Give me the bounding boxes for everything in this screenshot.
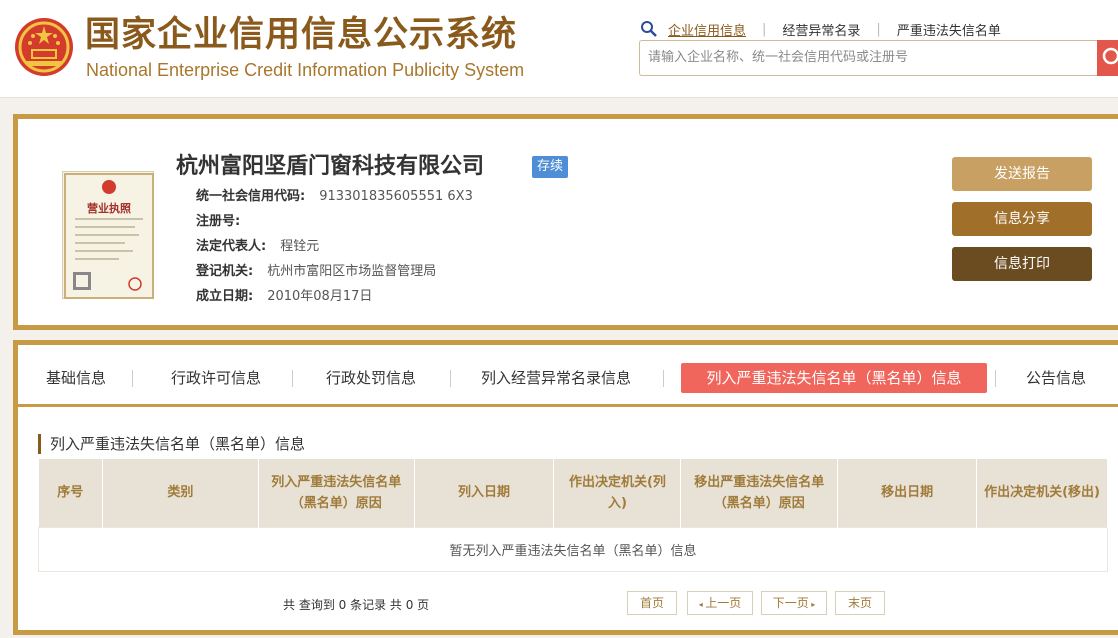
- tab-basic-info[interactable]: 基础信息: [36, 363, 116, 393]
- field-value: 程铨元: [280, 239, 320, 254]
- company-card: 营业执照 杭州富阳坚盾门窗科技有限公司 存续 统一社会信用代码: 91330183…: [13, 114, 1118, 330]
- send-report-button[interactable]: 发送报告: [952, 157, 1092, 191]
- column-header: 列入日期: [414, 459, 555, 527]
- table-header-row: 序号 类别 列入严重违法失信名单（黑名单）原因 列入日期 作出决定机关(列入) …: [38, 459, 1108, 527]
- search-input[interactable]: 请输入企业名称、统一社会信用代码或注册号: [639, 40, 1098, 76]
- column-header: 作出决定机关(列入): [553, 459, 682, 527]
- license-emblem-icon: [64, 173, 154, 299]
- link-separator: |: [876, 21, 881, 37]
- field-label: 成立日期:: [196, 289, 254, 304]
- section-title: 列入严重违法失信名单（黑名单）信息: [38, 434, 305, 454]
- column-header: 序号: [38, 459, 103, 527]
- pagination-summary: 共 查询到 0 条记录 共 0 页: [283, 598, 430, 612]
- magnifier-icon: [641, 21, 657, 37]
- tab-admin-penalty[interactable]: 行政处罚信息: [311, 363, 431, 393]
- column-header: 列入严重违法失信名单（黑名单）原因: [258, 459, 415, 527]
- field-credit-code: 统一社会信用代码: 913301835605551 6X3: [196, 187, 473, 207]
- column-header: 移出日期: [837, 459, 978, 527]
- top-links: 企业信用信息 | 经营异常名录 | 严重违法失信名单: [640, 18, 1003, 40]
- share-info-button[interactable]: 信息分享: [952, 202, 1092, 236]
- field-label: 注册号:: [196, 214, 241, 229]
- chevron-right-icon: ▸: [808, 600, 816, 609]
- last-page-button[interactable]: 末页: [835, 591, 885, 615]
- field-label: 统一社会信用代码:: [196, 189, 306, 204]
- blacklist-table: 序号 类别 列入严重违法失信名单（黑名单）原因 列入日期 作出决定机关(列入) …: [38, 459, 1108, 572]
- print-info-button[interactable]: 信息打印: [952, 247, 1092, 281]
- link-blacklist[interactable]: 严重违法失信名单: [895, 20, 1003, 39]
- next-page-label: 下一页: [772, 596, 809, 610]
- field-established: 成立日期: 2010年08月17日: [196, 287, 372, 307]
- field-value: 杭州市富阳区市场监督管理局: [267, 264, 437, 279]
- tab-announcements[interactable]: 公告信息: [1016, 363, 1096, 393]
- tab-bar: 基础信息 行政许可信息 行政处罚信息 列入经营异常名录信息 列入严重违法失信名单…: [18, 345, 1118, 407]
- tab-separator: [450, 370, 451, 387]
- field-value: 2010年08月17日: [267, 289, 373, 304]
- prev-page-label: 上一页: [705, 596, 742, 610]
- next-page-button[interactable]: 下一页 ▸: [761, 591, 827, 615]
- field-label: 登记机关:: [196, 264, 254, 279]
- tab-separator: [132, 370, 133, 387]
- table-row: 暂无列入严重违法失信名单（黑名单）信息: [38, 526, 1108, 572]
- field-reg-number: 注册号:: [196, 212, 254, 232]
- tab-separator: [995, 370, 996, 387]
- info-panel: 基础信息 行政许可信息 行政处罚信息 列入经营异常名录信息 列入严重违法失信名单…: [13, 340, 1118, 635]
- tab-blacklist[interactable]: 列入严重违法失信名单（黑名单）信息: [681, 363, 987, 393]
- site-title: 国家企业信用信息公示系统: [85, 15, 518, 55]
- field-legal-rep: 法定代表人: 程铨元: [196, 237, 319, 257]
- status-badge: 存续: [532, 156, 569, 178]
- site-subtitle: National Enterprise Credit Information P…: [86, 60, 525, 80]
- column-header: 移出严重违法失信名单（黑名单）原因: [680, 459, 839, 527]
- tab-admin-license[interactable]: 行政许可信息: [156, 363, 276, 393]
- link-separator: |: [762, 21, 767, 37]
- field-label: 法定代表人:: [196, 239, 267, 254]
- search-icon: [1102, 47, 1118, 65]
- first-page-button[interactable]: 首页: [627, 591, 677, 615]
- site-header: 国家企业信用信息公示系统 National Enterprise Credit …: [0, 0, 1118, 98]
- link-enterprise-credit[interactable]: 企业信用信息: [666, 20, 748, 39]
- prev-page-button[interactable]: ◂ 上一页: [687, 591, 753, 615]
- empty-message: 暂无列入严重违法失信名单（黑名单）信息: [38, 526, 1108, 572]
- tab-abnormal-list[interactable]: 列入经营异常名录信息: [467, 363, 645, 393]
- link-abnormal-list[interactable]: 经营异常名录: [780, 20, 862, 39]
- company-name: 杭州富阳坚盾门窗科技有限公司: [176, 154, 485, 179]
- tab-separator: [663, 370, 664, 387]
- field-value: 913301835605551 6X3: [319, 189, 473, 204]
- field-authority: 登记机关: 杭州市富阳区市场监督管理局: [196, 262, 436, 282]
- business-license-image[interactable]: 营业执照: [62, 171, 154, 299]
- column-header: 类别: [102, 459, 259, 527]
- column-header: 作出决定机关(移出): [976, 459, 1108, 527]
- tab-separator: [292, 370, 293, 387]
- national-emblem-icon: [15, 18, 73, 76]
- search-button[interactable]: [1097, 40, 1118, 76]
- license-label: 营业执照: [87, 202, 131, 215]
